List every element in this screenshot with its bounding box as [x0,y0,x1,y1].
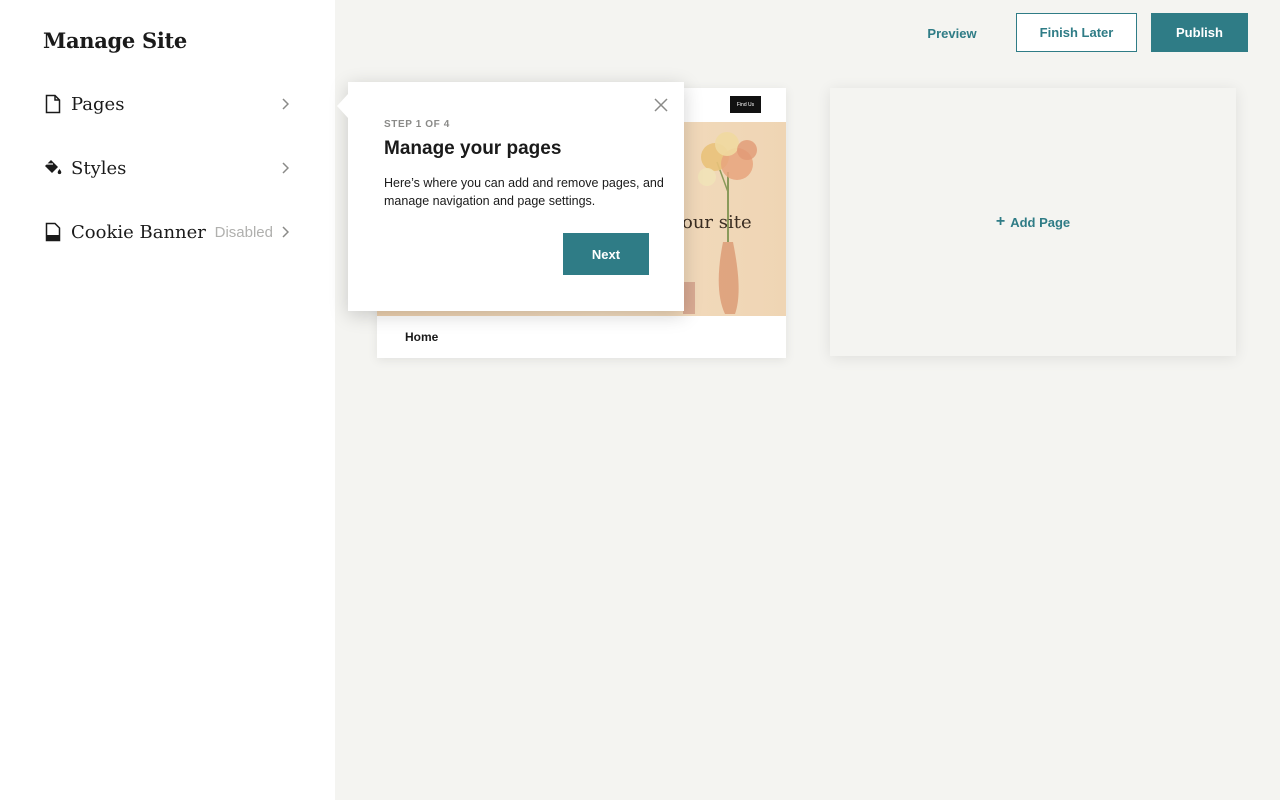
chevron-right-icon [279,225,291,239]
step-indicator: STEP 1 OF 4 [384,119,450,130]
close-icon[interactable] [652,96,670,114]
paint-bucket-icon [43,157,63,179]
onboarding-popover: STEP 1 OF 4 Manage your pages Here’s whe… [337,82,684,311]
add-page-label: Add Page [1010,214,1071,230]
sidebar-title: Manage Site [43,28,187,53]
plus-icon: + [995,213,1006,230]
thumbnail-find-us-button: Find Us [730,96,761,113]
add-page-button[interactable]: + Add Page [996,214,1070,230]
sidebar-item-label: Pages [71,93,125,115]
chevron-right-icon [279,161,291,175]
popover-body: Here’s where you can add and remove page… [384,176,664,208]
cookie-banner-icon [43,221,63,243]
sidebar-item-cookie-banner[interactable]: Cookie Banner Disabled [43,216,291,248]
finish-later-button[interactable]: Finish Later [1016,13,1137,52]
popover-title: Manage your pages [384,138,562,159]
status-badge: Disabled [214,223,273,241]
sidebar: Manage Site Pages Styles Cookie Banner D… [0,0,335,800]
sidebar-item-label: Styles [71,157,127,179]
document-icon [43,93,63,115]
next-button[interactable]: Next [563,233,649,275]
chevron-right-icon [279,97,291,111]
preview-button[interactable]: Preview [912,14,992,52]
add-page-card[interactable]: + Add Page [830,88,1236,356]
sidebar-item-label: Cookie Banner [71,221,206,243]
popover-arrow [337,94,348,118]
sidebar-item-styles[interactable]: Styles [43,152,291,184]
page-name: Home [405,330,439,344]
publish-button[interactable]: Publish [1151,13,1248,52]
sidebar-item-pages[interactable]: Pages [43,88,291,120]
thumbnail-hero-text: our site [682,212,752,233]
